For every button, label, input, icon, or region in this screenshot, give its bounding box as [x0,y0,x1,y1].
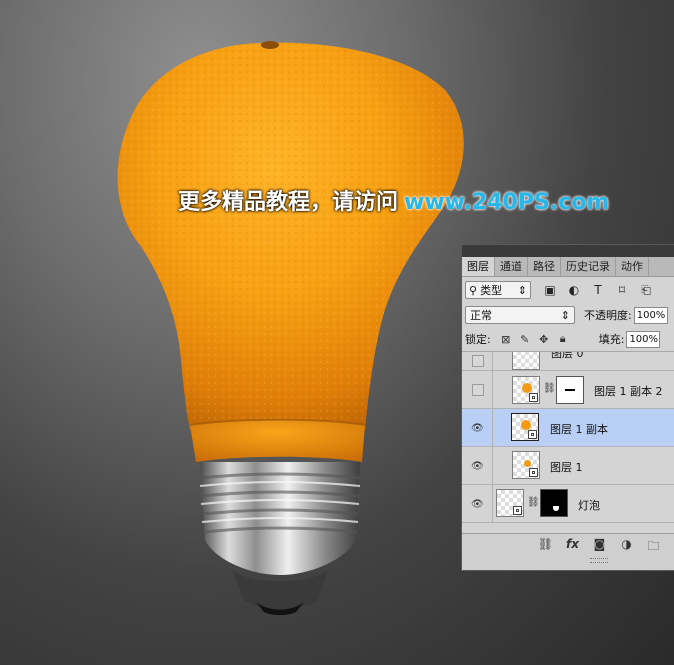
lock-transparent-icon[interactable]: ⊠ [497,333,515,346]
new-group-icon[interactable]: 🗀︎ [640,537,667,558]
tab-paths[interactable]: 路径 [528,257,561,276]
layer-row[interactable]: ⛓ 图层 1 副本 2 [462,371,674,409]
tab-actions[interactable]: 动作 [616,257,649,276]
smart-object-icon [528,430,537,439]
layer-name: 灯泡 [578,499,600,512]
add-mask-icon[interactable]: ◙ [586,537,613,558]
smart-object-icon [529,393,538,402]
lock-move-icon[interactable]: ✥ [535,333,553,346]
layer-row-selected[interactable]: 👁︎ 图层 1 副本 [462,409,674,447]
opacity-label: 不透明度: [584,309,632,322]
tab-history[interactable]: 历史记录 [561,257,616,276]
visibility-toggle[interactable] [472,384,484,396]
fx-icon[interactable]: fx [559,537,586,558]
lock-all-icon[interactable]: 🔒︎ [554,332,572,346]
tab-layers[interactable]: 图层 [462,257,495,276]
adjustment-filter-icon[interactable]: ◐ [565,283,583,298]
blend-mode-label: 正常 [470,309,492,322]
layers-panel: 图层 通道 路径 历史记录 动作 ⚲ 类型 ⇕ ▣ ◐ T ⌑ ⎗ 正常 ⇕ 不… [461,244,674,571]
smart-object-icon [529,468,538,477]
panel-tabs: 图层 通道 路径 历史记录 动作 [462,257,674,277]
eye-icon[interactable]: 👁︎ [471,499,484,510]
layer-row[interactable]: 👁︎ 图层 1 [462,447,674,485]
layers-footer: ⛓ fx ◙ ◑ 🗀︎ [462,533,674,570]
watermark: 更多精品教程，请访问 www.240PS.com [178,190,609,216]
smart-object-filter-icon[interactable]: ⎗ [637,283,655,298]
blend-mode-select[interactable]: 正常 ⇕ [465,306,575,324]
fill-label: 填充: [598,333,625,346]
layers-list: 图层 0 ⛓ 图层 1 副本 2 👁︎ 图层 1 副本 👁︎ 图层 1 👁︎ ⛓… [462,352,674,542]
layer-thumbnail [512,451,540,479]
panel-title-bar [462,245,674,257]
layer-thumbnail [511,413,539,441]
opacity-input[interactable]: 100% [633,306,668,324]
layer-row[interactable]: 👁︎ ⛓ 灯泡 [462,485,674,523]
eye-icon[interactable]: 👁︎ [471,461,484,472]
chain-link-icon[interactable]: ⛓ [543,383,556,394]
watermark-url: www.240PS.com [404,190,610,215]
layer-mask-thumbnail[interactable] [556,376,584,404]
link-layers-icon[interactable]: ⛓ [532,537,559,558]
chain-link-icon[interactable]: ⛓ [527,497,540,508]
tab-channels[interactable]: 通道 [495,257,528,276]
smart-object-icon [513,506,522,515]
layer-row[interactable]: 图层 0 [462,352,674,371]
type-filter-icon[interactable]: T [589,283,607,298]
layer-thumbnail [512,352,540,370]
layer-name: 图层 1 [550,461,583,474]
dropdown-arrows-icon: ⇕ [560,308,570,322]
layer-name: 图层 1 副本 [550,423,608,436]
search-icon: ⚲ [469,283,478,297]
layer-thumbnail [496,489,524,517]
eye-icon[interactable]: 👁︎ [471,423,484,434]
lock-brush-icon[interactable]: ✎ [516,333,534,346]
layer-name: 图层 0 [551,352,584,360]
dropdown-arrows-icon: ⇕ [517,283,527,297]
layer-thumbnail [512,376,540,404]
filter-type-label: 类型 [480,284,503,297]
adjustment-layer-icon[interactable]: ◑ [613,537,640,558]
shape-filter-icon[interactable]: ⌑ [613,283,631,298]
layer-mask-thumbnail[interactable] [540,489,568,517]
lock-label: 锁定: [465,333,491,346]
filter-type-select[interactable]: ⚲ 类型 ⇕ [465,281,531,299]
watermark-text: 更多精品教程，请访问 [178,190,399,215]
fill-input[interactable]: 100% [626,330,661,348]
layer-name: 图层 1 副本 2 [594,385,663,398]
visibility-toggle[interactable] [472,355,484,367]
image-filter-icon[interactable]: ▣ [541,283,559,298]
resize-grip[interactable] [590,558,608,563]
